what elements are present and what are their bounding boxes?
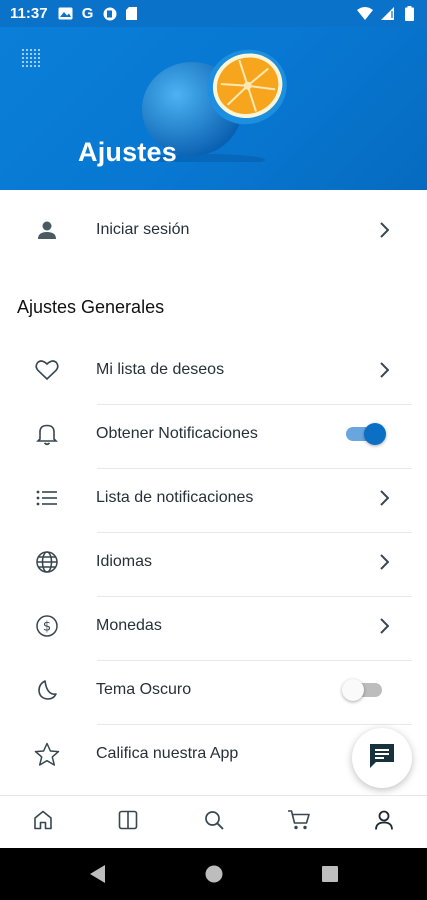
nav-cart[interactable] bbox=[256, 796, 341, 848]
settings-item-label: Monedas bbox=[96, 617, 162, 634]
header-banner: Ajustes bbox=[0, 27, 427, 190]
globe-icon bbox=[34, 549, 60, 575]
sd-card-icon bbox=[124, 6, 140, 22]
grid-dots-icon[interactable] bbox=[21, 48, 41, 68]
chevron-right-icon bbox=[377, 553, 391, 571]
settings-screen: 11:37 G Ajustes Iniciar sesión Ajustes G… bbox=[0, 0, 427, 900]
notifications-toggle[interactable] bbox=[346, 423, 386, 445]
nav-search[interactable] bbox=[171, 796, 256, 848]
login-label: Iniciar sesión bbox=[96, 221, 190, 238]
image-icon bbox=[58, 6, 74, 22]
settings-item-dark-theme: Tema Oscuro bbox=[0, 658, 427, 722]
signal-icon bbox=[379, 6, 395, 22]
person-icon bbox=[34, 217, 60, 243]
settings-item-currencies[interactable]: $ Monedas bbox=[0, 594, 427, 658]
settings-item-notification-list[interactable]: Lista de notificaciones bbox=[0, 466, 427, 530]
chevron-right-icon bbox=[377, 361, 391, 379]
settings-item-label: Lista de notificaciones bbox=[96, 489, 254, 506]
back-icon[interactable] bbox=[86, 862, 110, 886]
chat-icon bbox=[367, 741, 397, 776]
star-icon bbox=[34, 741, 60, 767]
google-icon: G bbox=[81, 5, 94, 22]
nav-categories[interactable] bbox=[85, 796, 170, 848]
nav-home[interactable] bbox=[0, 796, 85, 848]
chevron-right-icon bbox=[377, 489, 391, 507]
settings-item-label: Califica nuestra App bbox=[96, 745, 239, 762]
battery-icon bbox=[401, 6, 417, 22]
status-bar: 11:37 G bbox=[0, 0, 427, 27]
moon-icon bbox=[34, 677, 60, 703]
heart-icon bbox=[34, 357, 60, 383]
wifi-icon bbox=[357, 6, 373, 22]
list-icon bbox=[34, 485, 60, 511]
toggle-knob bbox=[342, 679, 364, 701]
nav-account[interactable] bbox=[342, 796, 427, 848]
status-left: 11:37 G bbox=[10, 5, 140, 22]
bottom-navigation bbox=[0, 795, 427, 848]
search-icon bbox=[203, 809, 225, 836]
cart-icon bbox=[287, 809, 311, 836]
cast-icon bbox=[102, 6, 118, 22]
home-circle-icon[interactable] bbox=[202, 862, 226, 886]
recents-icon[interactable] bbox=[318, 862, 342, 886]
settings-item-label: Idiomas bbox=[96, 553, 153, 570]
settings-item-label: Tema Oscuro bbox=[96, 681, 192, 698]
dark-theme-toggle[interactable] bbox=[342, 679, 382, 701]
login-row[interactable]: Iniciar sesión bbox=[0, 198, 427, 262]
system-navigation-bar bbox=[0, 848, 427, 900]
bell-icon bbox=[34, 421, 60, 447]
settings-item-label: Mi lista de deseos bbox=[96, 361, 225, 378]
status-time: 11:37 bbox=[10, 5, 48, 22]
categories-icon bbox=[117, 809, 139, 836]
settings-item-label: Obtener Notificaciones bbox=[96, 425, 258, 442]
toggle-knob bbox=[364, 423, 386, 445]
account-icon bbox=[373, 809, 395, 836]
page-title: Ajustes bbox=[78, 137, 177, 167]
home-icon bbox=[32, 809, 54, 836]
svg-text:$: $ bbox=[43, 620, 51, 635]
chat-button[interactable] bbox=[352, 728, 412, 788]
chevron-right-icon bbox=[377, 221, 391, 239]
chevron-right-icon bbox=[377, 617, 391, 635]
dollar-circle-icon: $ bbox=[34, 613, 60, 639]
settings-item-wishlist[interactable]: Mi lista de deseos bbox=[0, 338, 427, 402]
status-right bbox=[357, 6, 417, 22]
settings-item-languages[interactable]: Idiomas bbox=[0, 530, 427, 594]
section-title-general: Ajustes Generales bbox=[17, 297, 165, 317]
settings-item-notifications: Obtener Notificaciones bbox=[0, 402, 427, 466]
